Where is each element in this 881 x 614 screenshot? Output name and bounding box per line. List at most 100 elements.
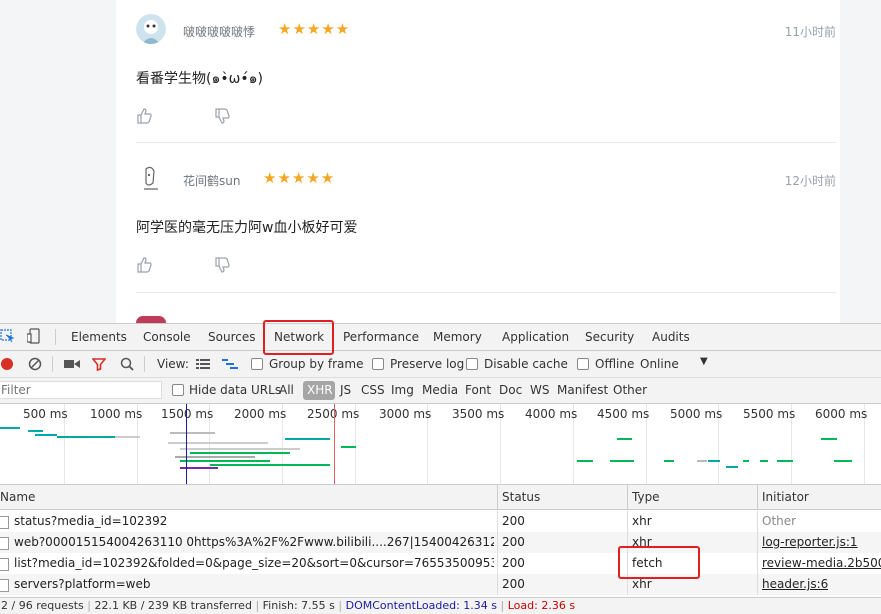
- file-icon: [0, 516, 9, 529]
- divider: [136, 142, 836, 143]
- review-username[interactable]: 啵啵啵啵啵悸: [183, 23, 255, 40]
- thumbs-down-icon[interactable]: [214, 257, 230, 273]
- request-initiator-link[interactable]: review-media.2b50030: [762, 556, 881, 570]
- thumbs-down-icon[interactable]: [214, 108, 230, 124]
- devtools-panel: Elements Console Sources Network Perform…: [0, 323, 881, 614]
- rating-stars: ★★★★★: [278, 20, 351, 38]
- waterfall-bar: [821, 438, 837, 440]
- filter-type-css[interactable]: CSS: [361, 383, 385, 397]
- review-text: 看番学生物(๑•̀ω•́๑): [136, 71, 263, 87]
- filter-type-doc[interactable]: Doc: [499, 383, 522, 397]
- load-marker: [334, 404, 335, 484]
- request-name[interactable]: status?media_id=102392: [14, 514, 494, 528]
- table-row[interactable]: servers?platform=web 200 xhr header.js:6: [0, 574, 881, 595]
- search-icon[interactable]: [120, 357, 134, 371]
- timeline-tick: 3500 ms: [452, 407, 505, 421]
- waterfall-bar: [210, 464, 330, 466]
- table-row[interactable]: web?000015154004263110 0https%3A%2F%2Fww…: [0, 532, 881, 553]
- tab-memory[interactable]: Memory: [433, 330, 482, 344]
- waterfall-bar: [0, 427, 20, 429]
- request-name[interactable]: web?000015154004263110 0https%3A%2F%2Fww…: [14, 535, 494, 549]
- request-name[interactable]: list?media_id=102392&folded=0&page_size=…: [14, 556, 494, 570]
- device-toolbar-icon[interactable]: [27, 328, 41, 344]
- request-initiator-link[interactable]: header.js:6: [762, 577, 828, 591]
- list-view-icon[interactable]: [196, 359, 210, 370]
- waterfall-bar: [743, 460, 749, 462]
- timeline-tick: 2000 ms: [234, 407, 287, 421]
- divider: [55, 329, 56, 345]
- avatar[interactable]: [136, 14, 166, 44]
- request-type: xhr: [632, 577, 652, 591]
- view-label: View:: [157, 357, 189, 371]
- group-by-frame-checkbox[interactable]: [251, 358, 263, 370]
- throttling-select[interactable]: Online: [640, 357, 679, 371]
- record-icon[interactable]: [1, 358, 13, 370]
- filter-input[interactable]: [0, 381, 162, 399]
- filter-icon[interactable]: [92, 357, 106, 371]
- avatar[interactable]: [136, 316, 166, 323]
- review-username[interactable]: 花间鹤sun: [183, 172, 240, 189]
- tab-audits[interactable]: Audits: [652, 330, 690, 344]
- chevron-down-icon[interactable]: ▼: [700, 356, 708, 367]
- filter-type-img[interactable]: Img: [391, 383, 414, 397]
- preserve-log-checkbox[interactable]: [372, 358, 384, 370]
- tab-application[interactable]: Application: [502, 330, 569, 344]
- column-initiator[interactable]: Initiator: [762, 490, 809, 504]
- thumbs-up-icon[interactable]: [136, 108, 152, 124]
- waterfall-view-icon[interactable]: [222, 359, 238, 371]
- avatar[interactable]: [136, 163, 166, 193]
- request-initiator-link[interactable]: log-reporter.js:1: [762, 535, 858, 549]
- domcontentloaded-marker: [186, 404, 187, 484]
- video-camera-icon[interactable]: [64, 359, 80, 369]
- offline-checkbox[interactable]: [577, 358, 589, 370]
- filter-type-font[interactable]: Font: [465, 383, 491, 397]
- tab-performance[interactable]: Performance: [343, 330, 419, 344]
- thumbs-up-icon[interactable]: [136, 257, 152, 273]
- waterfall-bar: [834, 460, 852, 462]
- waterfall-bar: [726, 466, 738, 468]
- review-time: 12小时前: [784, 174, 836, 188]
- filter-type-js[interactable]: JS: [340, 383, 351, 397]
- tab-elements[interactable]: Elements: [71, 330, 127, 344]
- waterfall-bar: [35, 434, 57, 436]
- waterfall-bar: [664, 460, 674, 462]
- waterfall-bar: [760, 460, 768, 462]
- disable-cache-label: Disable cache: [484, 357, 568, 371]
- column-name[interactable]: Name: [0, 490, 35, 504]
- column-status[interactable]: Status: [502, 490, 540, 504]
- divider: [52, 356, 53, 372]
- filter-type-all[interactable]: All: [279, 383, 294, 397]
- timeline-tick: 1000 ms: [90, 407, 143, 421]
- filter-type-ws[interactable]: WS: [530, 383, 549, 397]
- preserve-log-label: Preserve log: [390, 357, 465, 371]
- rating-stars: ★★★★★: [263, 169, 336, 187]
- table-row[interactable]: status?media_id=102392 200 xhr Other: [0, 511, 881, 532]
- review-text: 阿学医的毫无压力阿w血小板好可爱: [136, 220, 358, 236]
- tab-sources[interactable]: Sources: [208, 330, 255, 344]
- tab-security[interactable]: Security: [585, 330, 634, 344]
- request-initiator: Other: [762, 514, 797, 528]
- timeline-tick: 5500 ms: [743, 407, 796, 421]
- filter-type-xhr[interactable]: XHR: [307, 383, 333, 397]
- filter-type-media[interactable]: Media: [422, 383, 458, 397]
- request-name[interactable]: servers?platform=web: [14, 577, 494, 591]
- network-overview: 500 ms 1000 ms 1500 ms 2000 ms 2500 ms 3…: [0, 404, 881, 485]
- waterfall-bar: [610, 460, 634, 462]
- waterfall-bar: [170, 432, 215, 434]
- disable-cache-checkbox[interactable]: [466, 358, 478, 370]
- waterfall-bar: [175, 456, 255, 458]
- request-status: 200: [502, 556, 525, 570]
- filter-type-other[interactable]: Other: [613, 383, 647, 397]
- timeline-tick: 500 ms: [23, 407, 68, 421]
- hide-data-urls-checkbox[interactable]: [172, 384, 184, 396]
- request-table-header: Name Status Type Initiator: [0, 485, 881, 510]
- table-row[interactable]: list?media_id=102392&folded=0&page_size=…: [0, 553, 881, 574]
- request-type: xhr: [632, 514, 652, 528]
- tab-console[interactable]: Console: [143, 330, 191, 344]
- column-type[interactable]: Type: [632, 490, 660, 504]
- clear-icon[interactable]: [28, 357, 42, 371]
- inspect-element-icon[interactable]: [0, 329, 14, 343]
- filter-type-manifest[interactable]: Manifest: [557, 383, 608, 397]
- network-status-bar: 22 / 96 requests | 22.1 KB / 239 KB tran…: [0, 597, 881, 614]
- waterfall-bar: [617, 438, 632, 440]
